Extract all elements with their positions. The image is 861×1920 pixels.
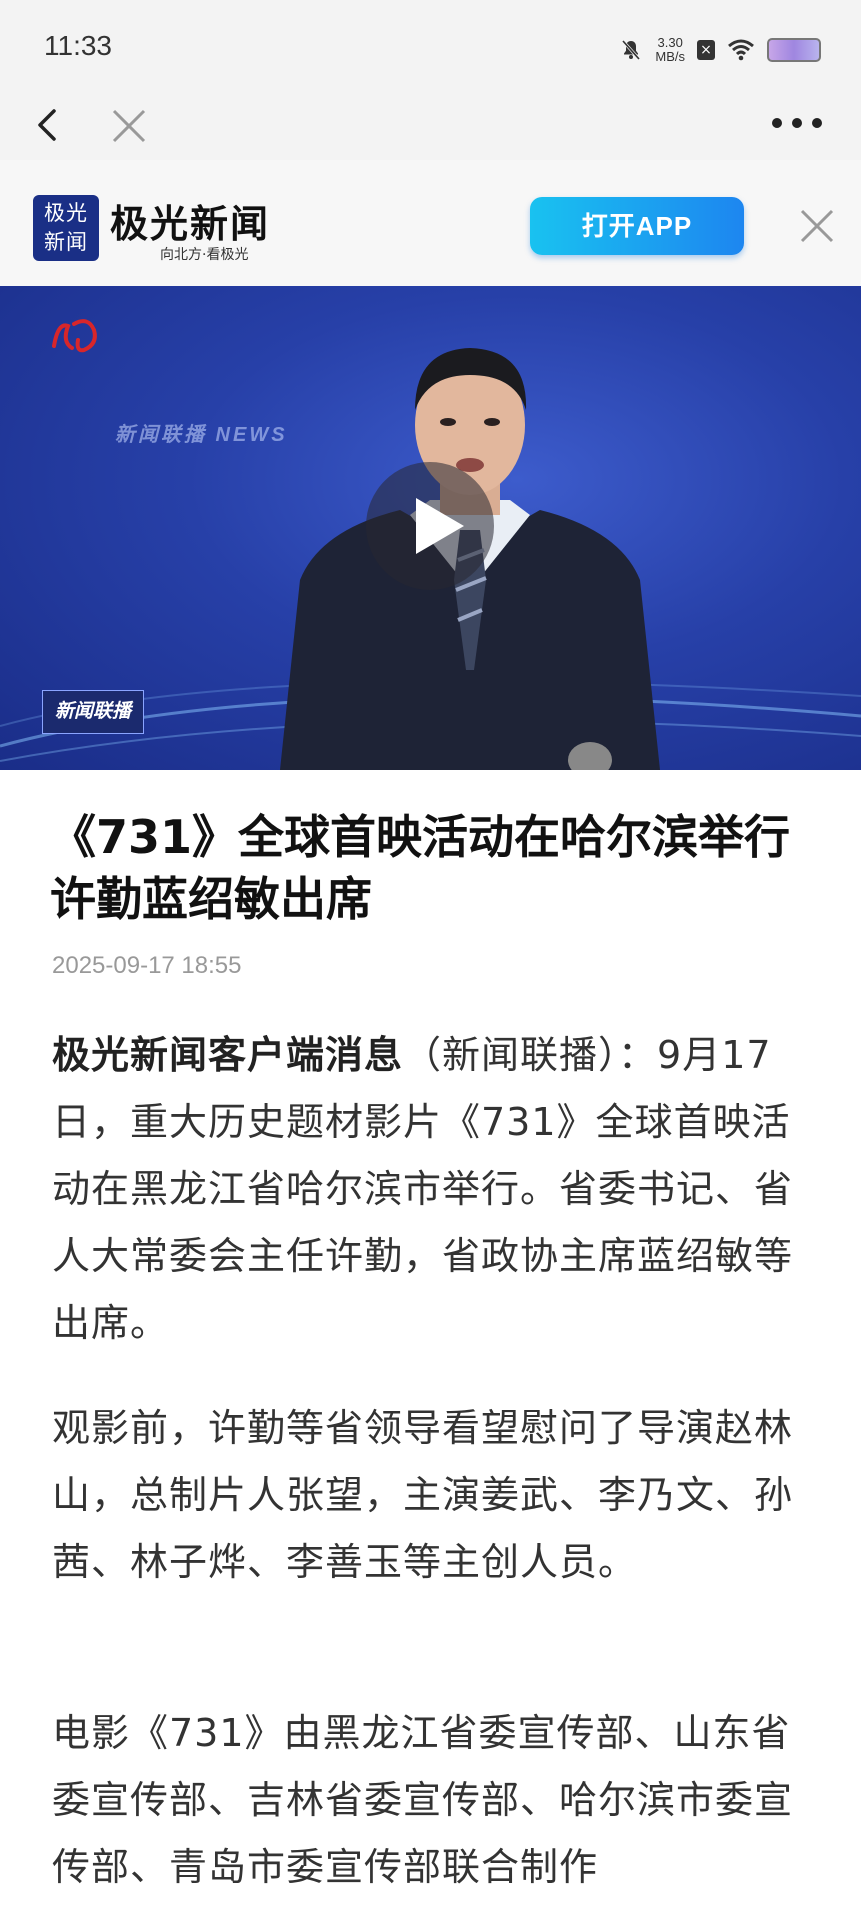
app-slogan: 向北方·看极光 [160,247,249,263]
article-paragraph-2: 观影前，许勤等省领导看望慰问了导演赵林山，总制片人张望，主演姜武、李乃文、孙茜、… [52,1406,794,1584]
app-name: 极光新闻 [110,201,271,246]
net-speed: 3.30 MB/s [655,36,685,64]
no-sim-icon: × [697,40,715,60]
status-bar: 11:33 3.30 MB/s × [0,0,861,100]
battery-icon [767,38,821,62]
status-time: 11:33 [44,30,112,61]
broadcaster-logo-icon [52,319,97,353]
close-banner-icon[interactable] [797,206,837,246]
article-lead: 极光新闻客户端消息 [52,1033,404,1077]
more-menu-icon[interactable] [769,108,825,138]
article-paragraph-3: 电影《731》由黑龙江省委宣传部、山东省委宣传部、吉林省委宣传部、哈尔滨市委宣传… [52,1711,794,1889]
article-title: 《731》全球首映活动在哈尔滨举行 许勤蓝绍敏出席 [50,810,791,926]
back-arrow-icon[interactable] [30,105,70,145]
mute-bell-icon [622,40,641,60]
open-app-button[interactable]: 打开APP [530,197,744,255]
logo-text-line2: 新闻 [44,230,88,254]
close-page-icon[interactable] [108,105,150,147]
article-date: 2025-09-17 18:55 [52,952,242,979]
play-video-button[interactable] [366,462,494,590]
net-speed-unit: MB/s [655,49,685,64]
wifi-icon [728,39,754,61]
app-logo: 极光 新闻 [33,195,99,261]
logo-text-line1: 极光 [44,201,88,225]
status-icons: 3.30 MB/s × [619,32,821,68]
program-badge: 新闻联播 [42,690,144,734]
net-speed-value: 3.30 [657,35,683,50]
article-paragraph-1-text: （新闻联播）：9月17日，重大历史题材影片《731》全球首映活动在黑龙江省哈尔滨… [52,1033,794,1345]
article-paragraph-1: 极光新闻客户端消息（新闻联播）：9月17日，重大历史题材影片《731》全球首映活… [52,1022,822,1357]
